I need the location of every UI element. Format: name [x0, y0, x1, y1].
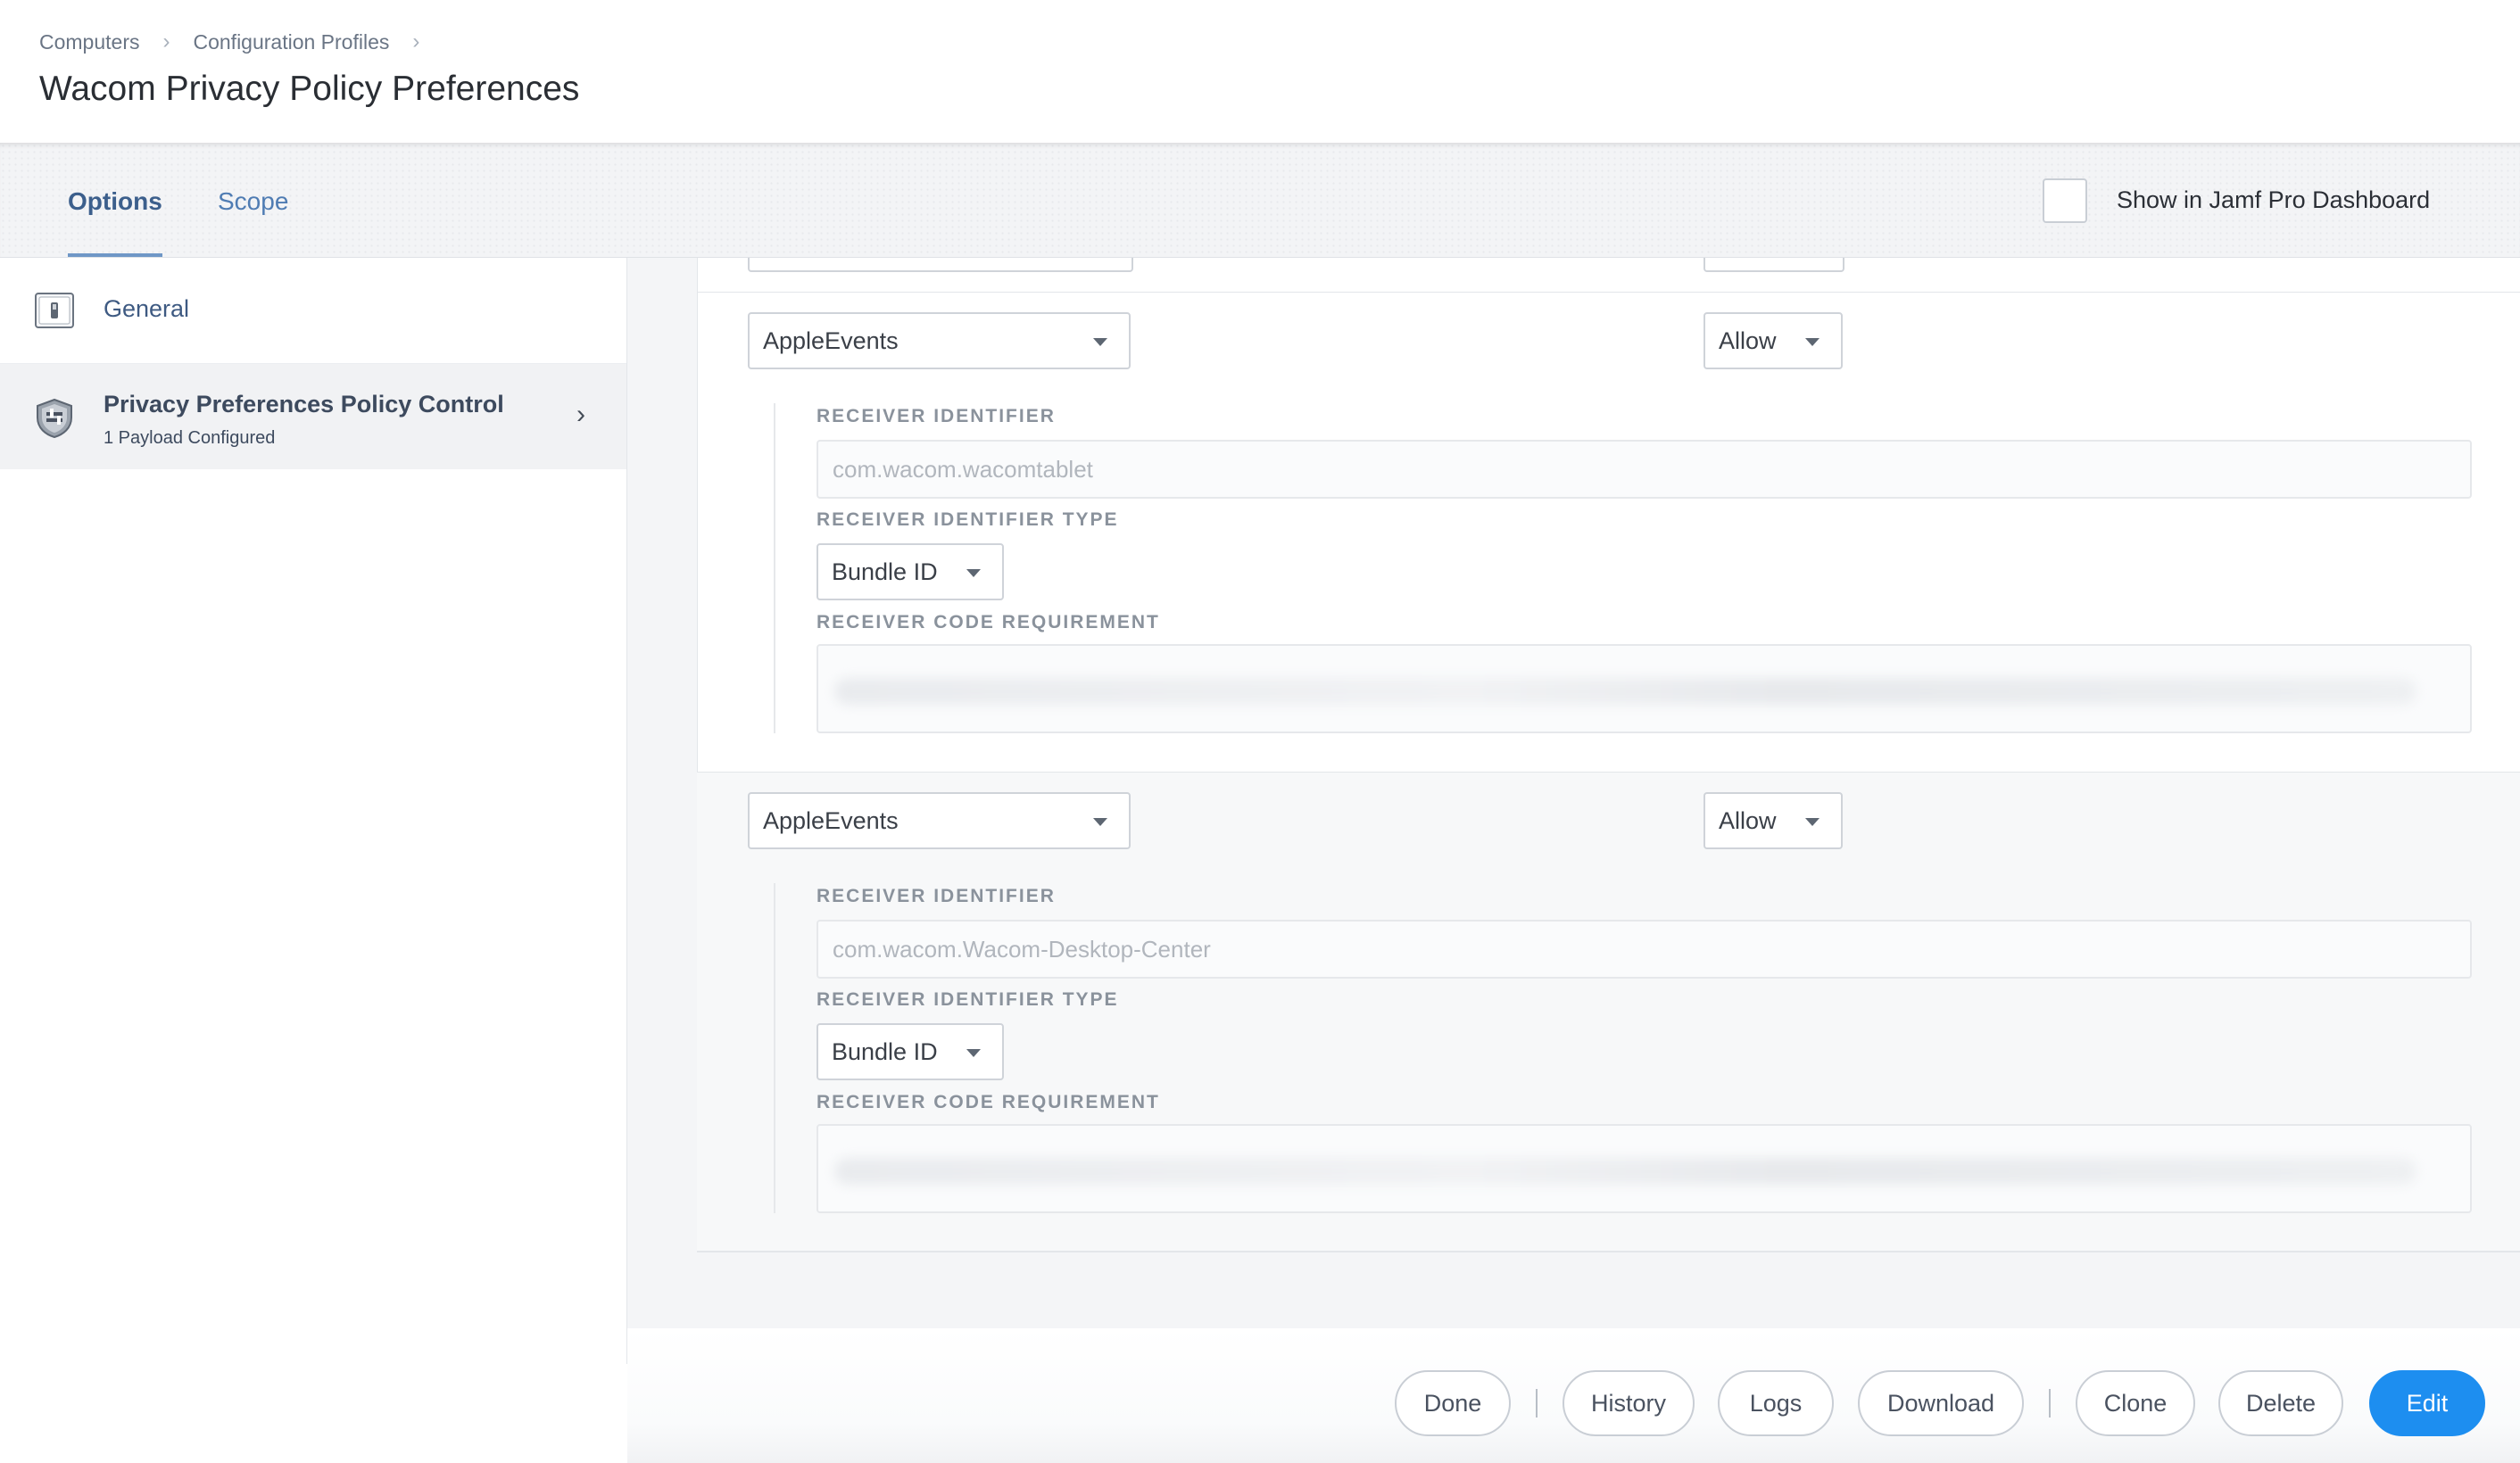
- done-button[interactable]: Done: [1395, 1370, 1511, 1436]
- access-select[interactable]: Allow: [1703, 312, 1843, 369]
- receiver-identifier-label: RECEIVER IDENTIFIER: [817, 406, 1056, 426]
- dropdown-caret-icon: [1805, 818, 1820, 826]
- footer-separator: [1536, 1389, 1538, 1418]
- receiver-identifier-type-value: Bundle ID: [832, 1038, 938, 1065]
- content-bottom-area: [697, 1252, 2520, 1315]
- sidebar-item-general[interactable]: General: [0, 258, 626, 364]
- show-in-dashboard-checkbox[interactable]: [2043, 178, 2087, 223]
- tab-options[interactable]: Options: [68, 143, 162, 257]
- receiver-code-requirement-label: RECEIVER CODE REQUIREMENT: [817, 612, 1160, 632]
- footer-separator: [2049, 1389, 2051, 1418]
- download-button[interactable]: Download: [1858, 1370, 2024, 1436]
- tab-scope[interactable]: Scope: [218, 143, 288, 257]
- service-select-value: AppleEvents: [763, 327, 899, 354]
- breadcrumb-configuration-profiles[interactable]: Configuration Profiles: [193, 30, 389, 54]
- shield-icon: [37, 398, 72, 439]
- row-divider: [697, 1251, 2520, 1252]
- entry-indent-line: [774, 403, 775, 733]
- previous-access-select[interactable]: [1703, 258, 1844, 272]
- sidebar-item-label: General: [104, 295, 190, 322]
- receiver-identifier-label: RECEIVER IDENTIFIER: [817, 886, 1056, 906]
- access-select[interactable]: Allow: [1703, 792, 1843, 849]
- delete-button[interactable]: Delete: [2218, 1370, 2343, 1436]
- service-select[interactable]: AppleEvents: [748, 312, 1131, 369]
- service-select[interactable]: AppleEvents: [748, 792, 1131, 849]
- chevron-right-icon: ›: [576, 400, 585, 429]
- redacted-code: [834, 678, 2416, 705]
- sidebar-item-label: Privacy Preferences Policy Control: [104, 391, 504, 417]
- receiver-identifier-type-label: RECEIVER IDENTIFIER TYPE: [817, 989, 1119, 1010]
- history-button[interactable]: History: [1563, 1370, 1695, 1436]
- dropdown-caret-icon: [1093, 818, 1107, 826]
- sidebar-item-privacy-preferences[interactable]: Privacy Preferences Policy Control 1 Pay…: [0, 364, 626, 469]
- receiver-identifier-field[interactable]: com.wacom.Wacom-Desktop-Center: [817, 920, 2472, 979]
- breadcrumb-separator: ›: [412, 29, 420, 54]
- payload-count: 1 Payload Configured: [104, 428, 276, 448]
- entry-indent-line: [774, 883, 775, 1213]
- service-entry: AppleEvents Allow RECEIVER IDENTIFIER co…: [697, 293, 2520, 772]
- show-in-dashboard-label: Show in Jamf Pro Dashboard: [2117, 186, 2431, 213]
- access-select-value: Allow: [1719, 807, 1777, 834]
- service-entry: AppleEvents Allow RECEIVER IDENTIFIER co…: [697, 773, 2520, 1251]
- breadcrumb-separator: ›: [162, 29, 170, 54]
- action-footer: Done History Logs Download Clone Delete …: [627, 1328, 2520, 1463]
- previous-service-select[interactable]: [748, 258, 1133, 272]
- page-header: Computers › Configuration Profiles › Wac…: [0, 0, 2520, 144]
- receiver-code-requirement-field[interactable]: [817, 644, 2472, 733]
- edit-button[interactable]: Edit: [2369, 1370, 2485, 1436]
- receiver-identifier-type-label: RECEIVER IDENTIFIER TYPE: [817, 509, 1119, 530]
- receiver-identifier-field[interactable]: com.wacom.wacomtablet: [817, 440, 2472, 499]
- switch-icon: [35, 293, 74, 328]
- breadcrumb: Computers › Configuration Profiles ›: [39, 29, 443, 54]
- receiver-identifier-type-select[interactable]: Bundle ID: [817, 1023, 1004, 1080]
- receiver-code-requirement-label: RECEIVER CODE REQUIREMENT: [817, 1092, 1160, 1112]
- logs-button[interactable]: Logs: [1718, 1370, 1834, 1436]
- service-select-value: AppleEvents: [763, 807, 899, 834]
- receiver-identifier-type-value: Bundle ID: [832, 558, 938, 585]
- access-select-value: Allow: [1719, 327, 1777, 354]
- dropdown-caret-icon: [966, 569, 981, 577]
- receiver-identifier-type-select[interactable]: Bundle ID: [817, 543, 1004, 600]
- clone-button[interactable]: Clone: [2076, 1370, 2195, 1436]
- receiver-code-requirement-field[interactable]: [817, 1124, 2472, 1213]
- sidebar: General Privacy Preferences Policy Contr…: [0, 258, 627, 1364]
- dropdown-caret-icon: [1093, 338, 1107, 346]
- breadcrumb-computers[interactable]: Computers: [39, 30, 139, 54]
- redacted-code: [834, 1158, 2416, 1185]
- page-title: Wacom Privacy Policy Preferences: [39, 70, 580, 108]
- dropdown-caret-icon: [966, 1049, 981, 1057]
- dropdown-caret-icon: [1805, 338, 1820, 346]
